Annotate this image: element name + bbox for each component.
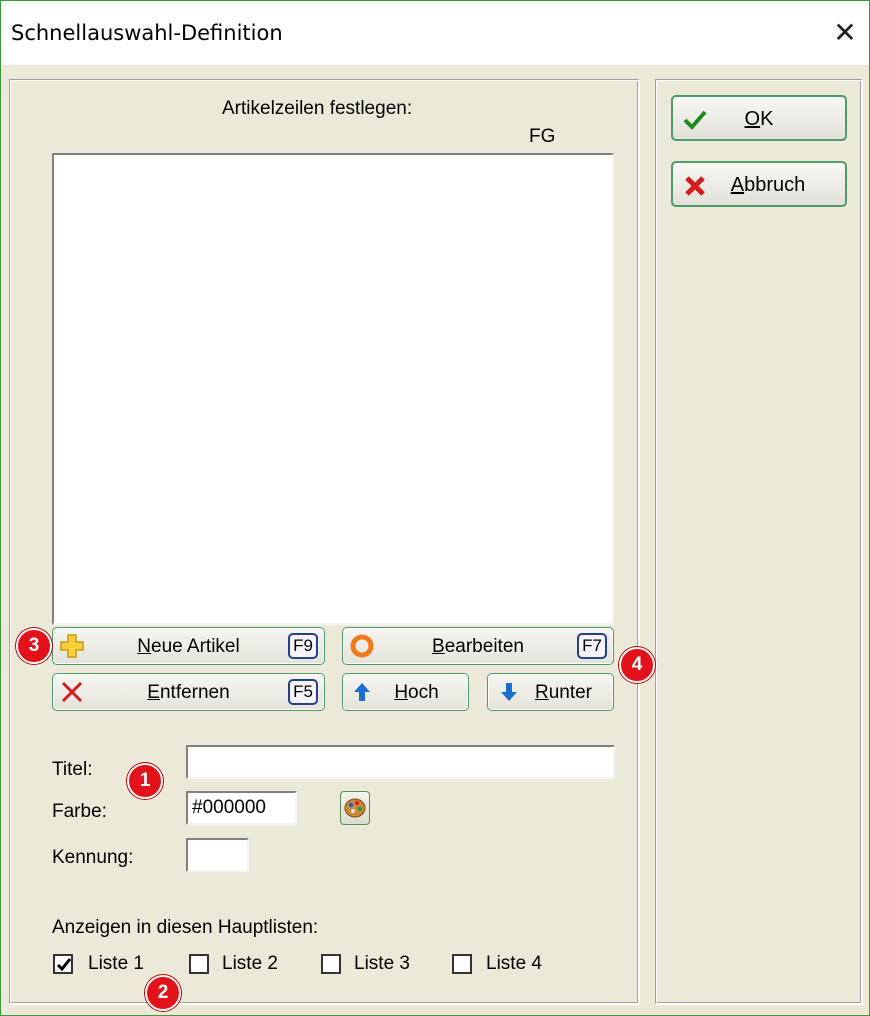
color-picker-button[interactable] <box>340 791 370 825</box>
article-list[interactable] <box>52 153 614 625</box>
dialog-window: Schnellauswahl-Definition ✕ Artikelzeile… <box>0 0 870 1016</box>
callout-badge-4: 4 <box>619 647 655 683</box>
liste-2-checkbox[interactable] <box>189 954 209 974</box>
liste-4-checkbox[interactable] <box>452 954 472 974</box>
farbe-label: Farbe: <box>52 801 107 822</box>
kennung-input[interactable] <box>186 838 249 872</box>
liste-3-checkbox[interactable] <box>321 954 341 974</box>
neue-artikel-button[interactable]: Neue Artikel F9 <box>52 627 325 665</box>
liste-2-label[interactable]: Liste 2 <box>222 953 278 975</box>
title-bar: Schnellauswahl-Definition ✕ <box>1 1 869 65</box>
liste-1-checkbox[interactable] <box>53 954 73 974</box>
close-button[interactable]: ✕ <box>827 15 863 51</box>
liste-1-label[interactable]: Liste 1 <box>88 953 144 975</box>
liste-4-label[interactable]: Liste 4 <box>486 953 542 975</box>
window-title: Schnellauswahl-Definition <box>11 21 283 45</box>
right-group-panel <box>655 79 863 1005</box>
hoch-button[interactable]: Hoch <box>342 673 469 711</box>
callout-badge-3: 3 <box>16 628 52 664</box>
entfernen-button[interactable]: Entfernen F5 <box>52 673 325 711</box>
kennung-label: Kennung: <box>52 847 134 868</box>
liste-3-label[interactable]: Liste 3 <box>354 953 410 975</box>
shortcut-key-f5: F5 <box>288 679 318 705</box>
shortcut-key-f9: F9 <box>288 633 318 659</box>
bearbeiten-button[interactable]: Bearbeiten F7 <box>342 627 614 665</box>
titel-input[interactable] <box>186 745 615 779</box>
callout-badge-2: 2 <box>145 975 181 1011</box>
farbe-input[interactable] <box>186 791 297 825</box>
column-header-fg[interactable]: FG <box>529 126 555 148</box>
ok-button[interactable]: OK <box>671 95 847 141</box>
hauptlisten-heading: Anzeigen in diesen Hauptlisten: <box>52 917 319 938</box>
abbruch-button[interactable]: Abbruch <box>671 161 847 207</box>
palette-icon <box>344 798 366 818</box>
checkmark-icon <box>56 958 72 972</box>
titel-label: Titel: <box>52 759 93 780</box>
callout-badge-1: 1 <box>127 763 163 799</box>
list-heading: Artikelzeilen festlegen: <box>222 98 413 119</box>
shortcut-key-f7: F7 <box>577 633 607 659</box>
runter-button[interactable]: Runter <box>487 673 614 711</box>
